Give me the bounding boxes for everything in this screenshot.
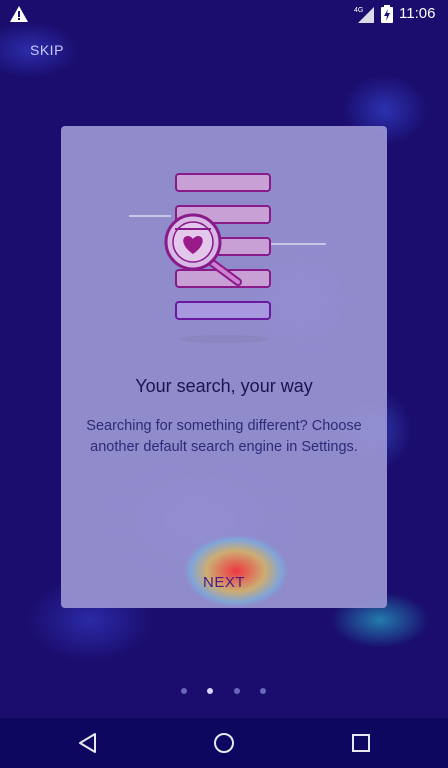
recents-icon[interactable]	[349, 731, 373, 755]
back-icon[interactable]	[76, 731, 100, 755]
navigation-bar	[0, 718, 448, 768]
card-description: Searching for something different? Choos…	[86, 418, 362, 455]
next-button[interactable]: NEXT	[186, 574, 262, 598]
warning-icon	[10, 6, 28, 22]
page-indicator	[0, 688, 448, 696]
skip-button[interactable]: SKIP	[30, 42, 64, 58]
page-dot	[181, 688, 187, 694]
page-dot	[234, 688, 240, 694]
card-title: Your search, your way	[135, 376, 313, 396]
page-dot-active	[207, 688, 213, 694]
battery-charging-icon	[381, 5, 393, 23]
svg-text:4G: 4G	[354, 7, 363, 14]
signal-icon: 4G	[354, 7, 374, 23]
status-bar: 4G 11:06	[0, 0, 448, 28]
home-icon[interactable]	[212, 731, 236, 755]
status-time: 11:06	[399, 5, 436, 22]
page-dot	[260, 688, 266, 694]
search-magnifier-heart-icon	[129, 173, 326, 343]
onboarding-card: Your search, your way Searching for some…	[61, 126, 387, 608]
